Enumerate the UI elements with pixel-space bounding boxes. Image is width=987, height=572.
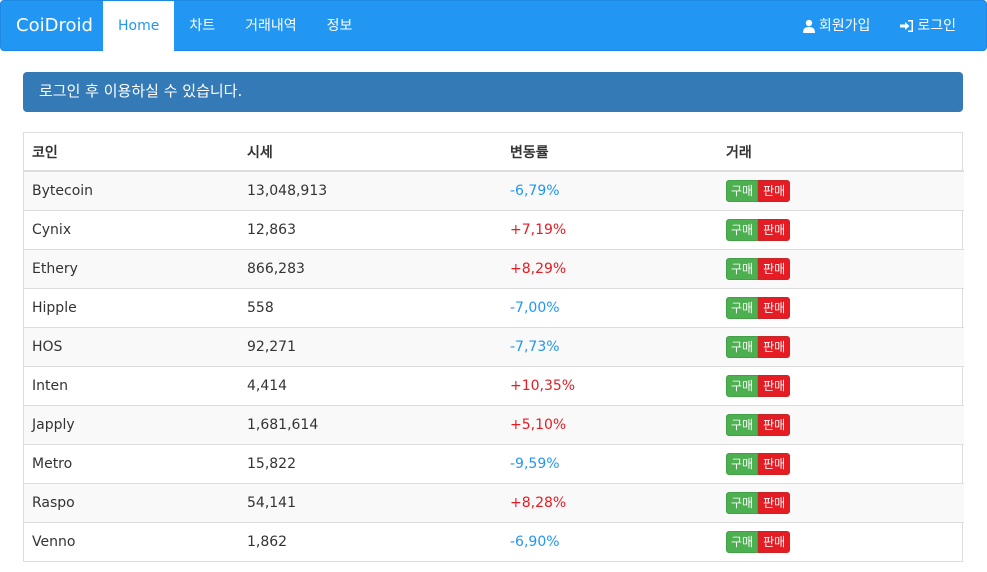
coin-price: 558 [239,287,502,327]
table-header-row: 코인 시세 변동률 거래 [24,133,964,172]
sell-button[interactable]: 판매 [758,413,791,436]
trade-cell: 구매 판매 [718,287,964,327]
coin-price: 866,283 [239,248,502,288]
trade-cell: 구매 판매 [718,521,964,561]
table-row: Bytecoin 13,048,913 -6,79% 구매 판매 [24,170,964,210]
table-row: Inten 4,414 +10,35% 구매 판매 [24,365,964,405]
buy-button[interactable]: 구매 [726,179,759,202]
table-row: Cynix 12,863 +7,19% 구매 판매 [24,209,964,249]
coin-price: 12,863 [239,209,502,249]
table-row: Hipple 558 -7,00% 구매 판매 [24,287,964,327]
coin-change: +10,35% [502,365,718,405]
coin-price: 15,822 [239,443,502,483]
coin-price: 1,681,614 [239,404,502,444]
coin-change: -6,90% [502,521,718,561]
buy-button[interactable]: 구매 [726,374,759,397]
buy-button[interactable]: 구매 [726,413,759,436]
trade-cell: 구매 판매 [718,482,964,522]
trade-cell: 구매 판매 [718,326,964,366]
coin-name: Raspo [24,482,239,522]
trade-cell: 구매 판매 [718,170,964,210]
coin-table-container: 코인 시세 변동률 거래 Bytecoin 13,048,913 -6,79% … [23,132,964,562]
sell-button[interactable]: 판매 [758,374,791,397]
signup-label: 회원가입 [818,18,871,34]
nav-history[interactable]: 거래내역 [230,1,312,51]
coin-change: -6,79% [502,170,718,210]
coin-name: Bytecoin [24,170,239,210]
coin-change: +8,29% [502,248,718,288]
buy-button[interactable]: 구매 [726,491,759,514]
trade-cell: 구매 판매 [718,365,964,405]
sell-button[interactable]: 판매 [758,491,791,514]
trade-cell: 구매 판매 [718,404,964,444]
signup-link[interactable]: 회원가입 [787,1,886,51]
coin-table: 코인 시세 변동률 거래 Bytecoin 13,048,913 -6,79% … [24,133,964,561]
coin-name: HOS [24,326,239,366]
buy-button[interactable]: 구매 [726,218,759,241]
table-row: Raspo 54,141 +8,28% 구매 판매 [24,482,964,522]
sell-button[interactable]: 판매 [758,218,791,241]
buy-button[interactable]: 구매 [726,296,759,319]
coin-change: -7,00% [502,287,718,327]
coin-price: 1,862 [239,521,502,561]
table-row: Metro 15,822 -9,59% 구매 판매 [24,443,964,483]
sell-button[interactable]: 판매 [758,335,791,358]
brand-logo[interactable]: CoiDroid [16,1,93,51]
coin-price: 13,048,913 [239,170,502,210]
login-link[interactable]: 로그인 [885,1,971,51]
coin-change: -9,59% [502,443,718,483]
coin-name: Metro [24,443,239,483]
header-change: 변동률 [502,133,718,172]
coin-name: Inten [24,365,239,405]
nav-info[interactable]: 정보 [312,1,368,51]
login-required-alert: 로그인 후 이용하실 수 있습니다. [23,72,963,112]
account-nav: 회원가입 로그인 [787,1,971,51]
coin-name: Japply [24,404,239,444]
buy-button[interactable]: 구매 [726,335,759,358]
header-coin: 코인 [24,133,239,172]
coin-change: +8,28% [502,482,718,522]
trade-cell: 구매 판매 [718,443,964,483]
sell-button[interactable]: 판매 [758,257,791,280]
sell-button[interactable]: 판매 [758,530,791,553]
user-icon [802,19,815,33]
main-nav: Home 차트 거래내역 정보 [103,1,367,51]
buy-button[interactable]: 구매 [726,530,759,553]
coin-name: Ethery [24,248,239,288]
coin-name: Hipple [24,287,239,327]
trade-cell: 구매 판매 [718,248,964,288]
table-row: Venno 1,862 -6,90% 구매 판매 [24,521,964,561]
top-navbar: CoiDroid Home 차트 거래내역 정보 회원가입 로그인 [0,0,987,51]
login-label: 로그인 [917,18,956,34]
table-row: Ethery 866,283 +8,29% 구매 판매 [24,248,964,288]
buy-button[interactable]: 구매 [726,452,759,475]
sell-button[interactable]: 판매 [758,296,791,319]
coin-price: 4,414 [239,365,502,405]
coin-name: Cynix [24,209,239,249]
coin-name: Venno [24,521,239,561]
coin-change: +5,10% [502,404,718,444]
coin-price: 92,271 [239,326,502,366]
coin-change: +7,19% [502,209,718,249]
coin-table-body: Bytecoin 13,048,913 -6,79% 구매 판매 Cynix 12… [24,170,964,561]
coin-price: 54,141 [239,482,502,522]
header-trade: 거래 [718,133,964,172]
nav-home[interactable]: Home [103,1,175,51]
login-icon [900,20,914,32]
nav-chart[interactable]: 차트 [174,1,230,51]
trade-cell: 구매 판매 [718,209,964,249]
sell-button[interactable]: 판매 [758,179,791,202]
buy-button[interactable]: 구매 [726,257,759,280]
sell-button[interactable]: 판매 [758,452,791,475]
table-row: HOS 92,271 -7,73% 구매 판매 [24,326,964,366]
header-price: 시세 [239,133,502,172]
coin-change: -7,73% [502,326,718,366]
table-row: Japply 1,681,614 +5,10% 구매 판매 [24,404,964,444]
